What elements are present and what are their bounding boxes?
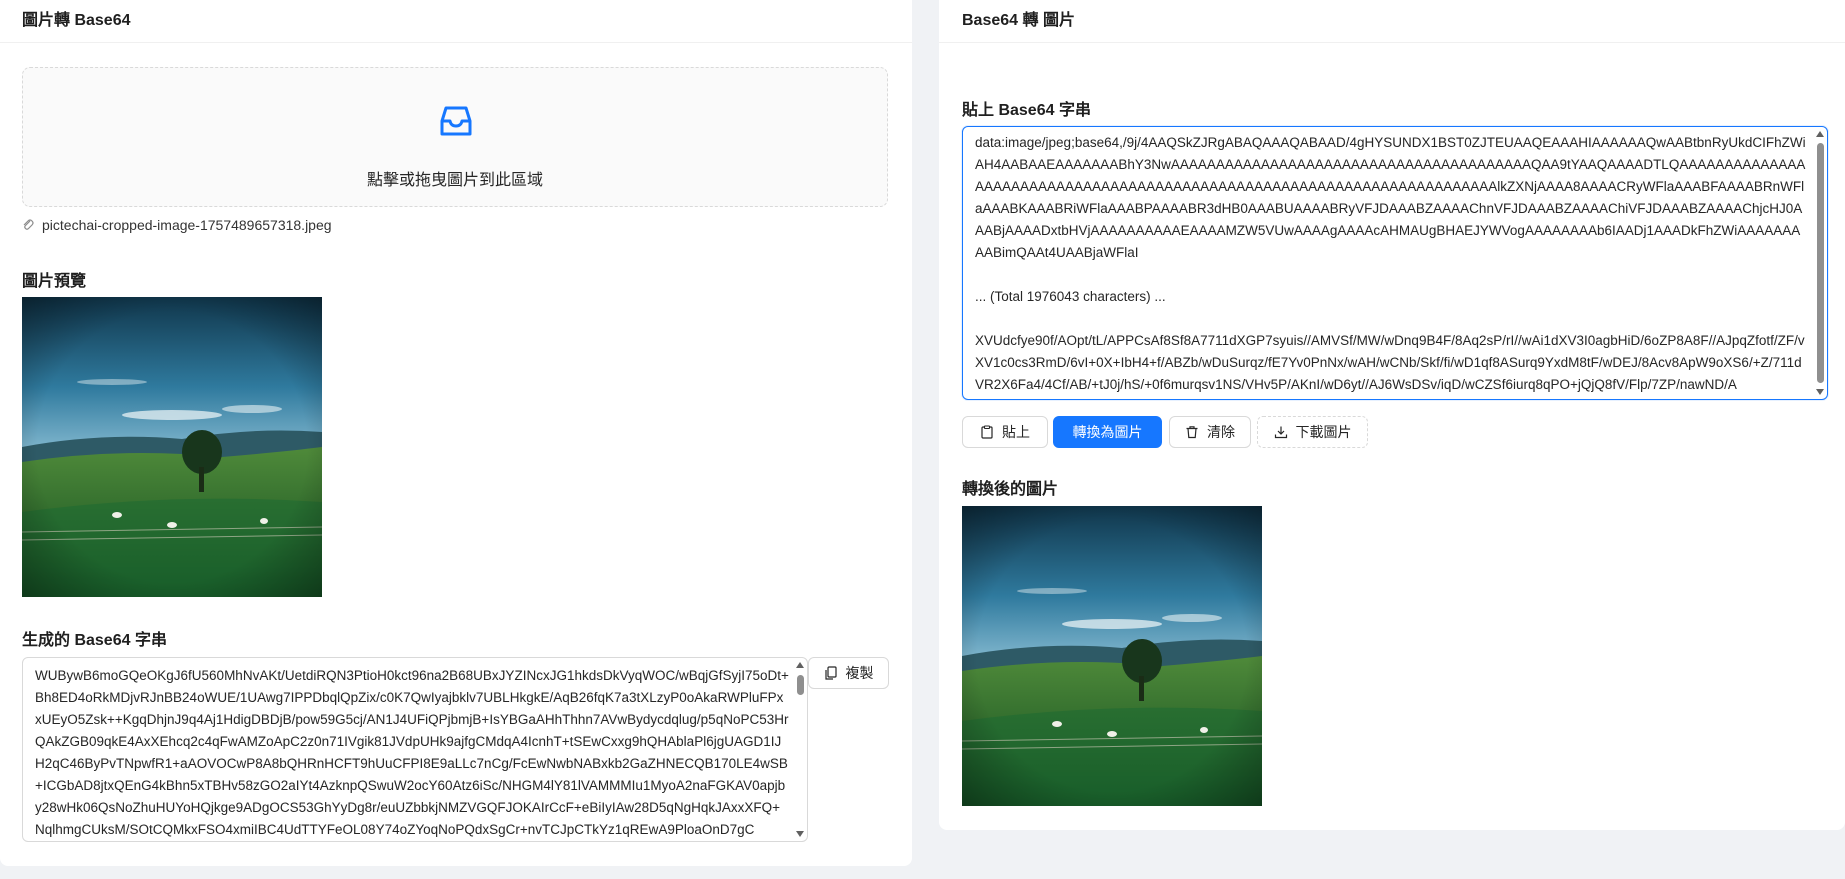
preview-image: [22, 297, 322, 597]
card-header: [0, 0, 912, 43]
output-scrollbar[interactable]: [794, 660, 806, 839]
download-icon: [1274, 426, 1287, 439]
download-button[interactable]: 下載圖片: [1257, 416, 1368, 448]
base64-output-textarea[interactable]: WUBywB6moGQeOKgJ6fU560MhNvAKt/UetdiRQN3P…: [22, 657, 808, 842]
image-to-base64-card: 圖片轉 Base64 點擊或拖曳圖片到此區域 pictechai-cropped…: [0, 0, 912, 866]
base64-to-image-card: Base64 轉 圖片 貼上 Base64 字串 data:image/jpeg…: [939, 0, 1845, 830]
base64-input-text: data:image/jpeg;base64,/9j/4AAQSkZJRgABA…: [975, 135, 1806, 392]
result-label: 轉換後的圖片: [962, 481, 1059, 498]
file-name: pictechai-cropped-image-1757489657318.jp…: [42, 217, 332, 233]
copy-icon: [824, 666, 837, 680]
convert-button-label: 轉換為圖片: [1072, 424, 1143, 440]
trash-icon: [1186, 426, 1198, 439]
preview-label: 圖片預覽: [22, 273, 87, 290]
output-label: 生成的 Base64 字串: [22, 632, 167, 649]
inbox-icon: [440, 106, 472, 136]
copy-button[interactable]: 複製: [808, 657, 889, 689]
paste-icon: [981, 425, 993, 439]
converted-image: [962, 506, 1262, 806]
copy-button-label: 複製: [845, 665, 874, 681]
card-title: 圖片轉 Base64: [22, 12, 131, 29]
paperclip-icon: [23, 219, 34, 230]
clear-button-label: 清除: [1207, 424, 1235, 440]
paste-button-label: 貼上: [1002, 424, 1030, 440]
clear-button[interactable]: 清除: [1169, 416, 1251, 448]
input-label: 貼上 Base64 字串: [962, 102, 1091, 119]
upload-dragger[interactable]: 點擊或拖曳圖片到此區域: [22, 67, 888, 207]
download-button-label: 下載圖片: [1295, 424, 1352, 440]
base64-output-text: WUBywB6moGQeOKgJ6fU560MhNvAKt/UetdiRQN3P…: [35, 668, 789, 837]
paste-button[interactable]: 貼上: [962, 416, 1048, 448]
card-title: Base64 轉 圖片: [962, 12, 1075, 29]
convert-button[interactable]: 轉換為圖片: [1053, 416, 1162, 448]
base64-input-textarea[interactable]: data:image/jpeg;base64,/9j/4AAQSkZJRgABA…: [962, 126, 1828, 400]
upload-hint: 點擊或拖曳圖片到此區域: [366, 172, 543, 189]
input-scrollbar[interactable]: [1814, 129, 1826, 397]
uploaded-file-item[interactable]: pictechai-cropped-image-1757489657318.jp…: [22, 217, 332, 233]
